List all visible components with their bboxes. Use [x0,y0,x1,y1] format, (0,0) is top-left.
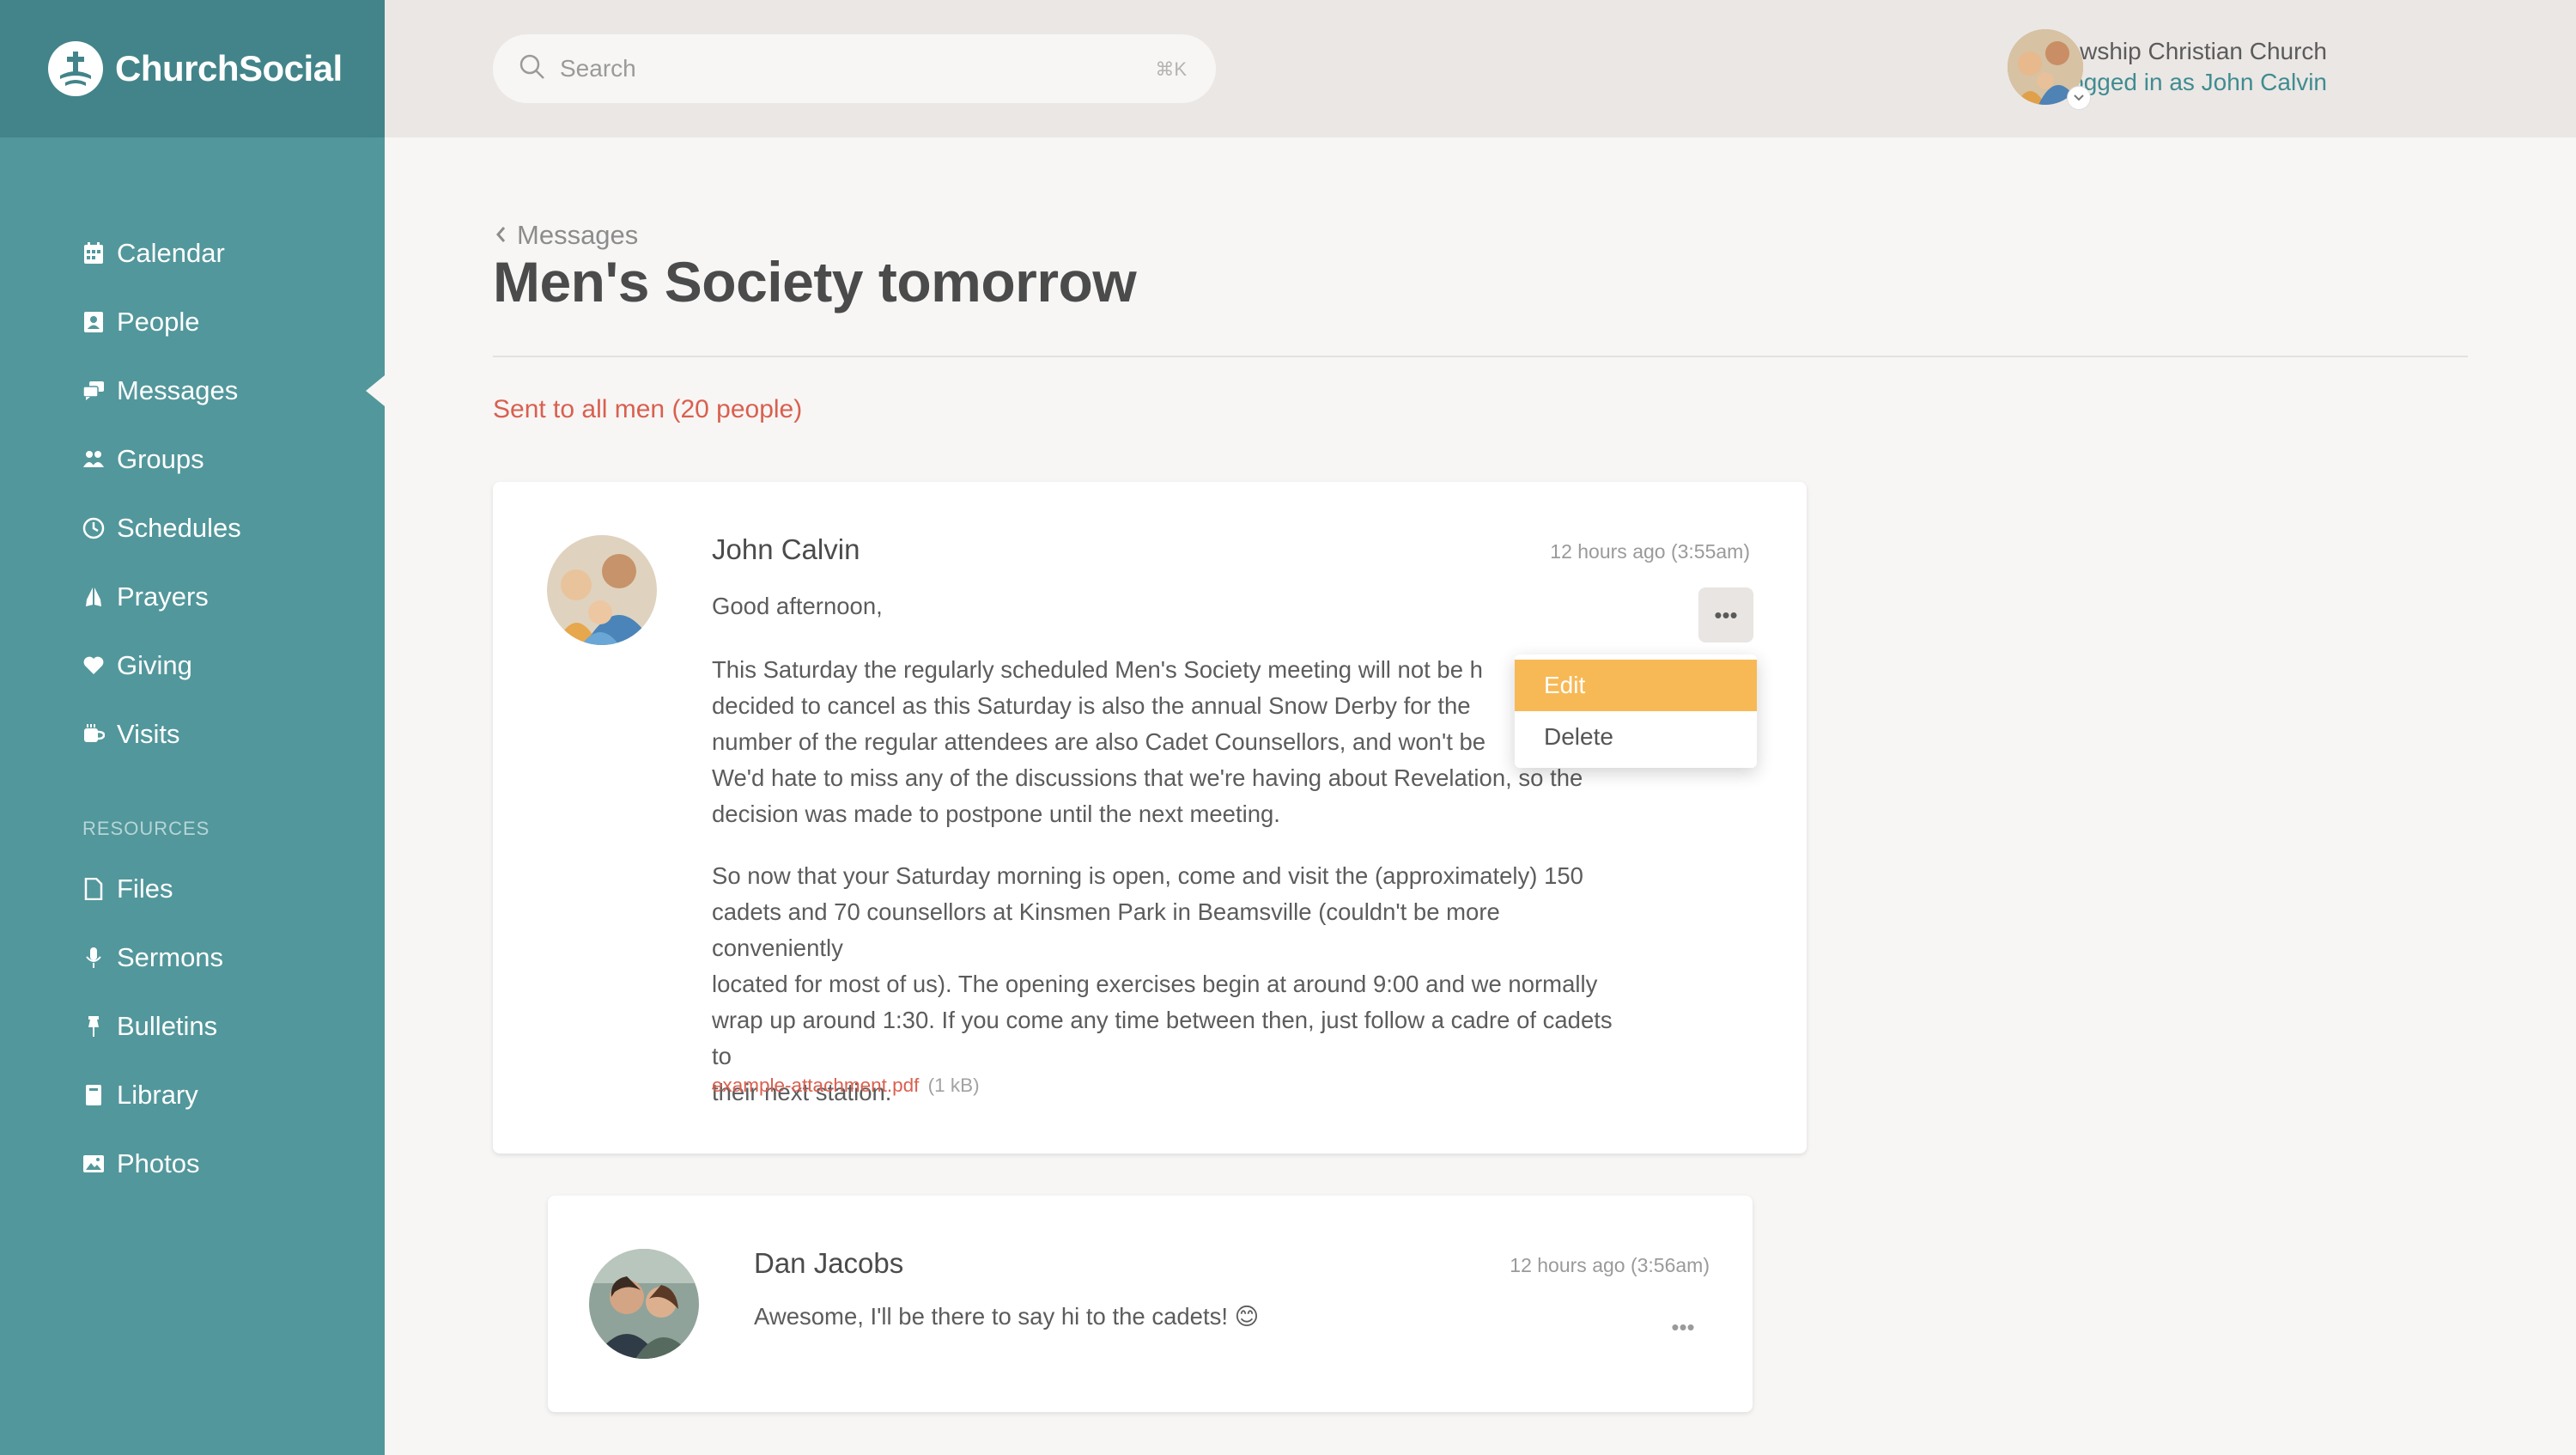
brand-name: ChurchSocial [115,48,343,88]
menu-item-delete[interactable]: Delete [1515,711,1757,763]
sidebar-item-label: Messages [117,375,239,405]
sidebar-item-prayers[interactable]: Prayers [0,563,385,631]
message-author[interactable]: John Calvin [712,533,860,566]
sidebar-item-label: Schedules [117,513,241,543]
message-line: number of the regular attendees are also… [712,728,1486,755]
file-icon [82,877,105,901]
sidebar-item-label: Bulletins [117,1011,218,1041]
message-line: decided to cancel as this Saturday is al… [712,692,1471,719]
sidebar-item-files[interactable]: Files [0,855,385,923]
sidebar-item-photos[interactable]: Photos [0,1129,385,1198]
main-nav: Calendar People Messages Groups Schedule… [0,219,385,769]
author-avatar [547,535,657,645]
sidebar-item-sermons[interactable]: Sermons [0,923,385,992]
resources-heading: RESOURCES [82,818,210,839]
resources-nav: RESOURCES Files Sermons Bulletins Librar… [0,803,385,1198]
sidebar-item-giving[interactable]: Giving [0,631,385,700]
ellipsis-icon: ••• [1714,601,1738,628]
sidebar-item-label: Files [117,874,173,904]
message-line: So now that your Saturday morning is ope… [712,862,1583,889]
chevron-down-icon[interactable] [2067,86,2091,110]
person-icon [82,310,105,334]
reply-author-avatar [589,1249,699,1359]
reply-timestamp: 12 hours ago (3:56am) [1510,1254,1710,1276]
sidebar-item-library[interactable]: Library [0,1061,385,1129]
breadcrumb-label: Messages [517,220,639,250]
sidebar-item-label: Giving [117,650,192,680]
reply-card: Dan Jacobs 12 hours ago (3:56am) Awesome… [548,1196,1753,1412]
search-placeholder: Search [560,55,636,82]
book-icon [82,1083,105,1107]
sidebar-item-label: People [117,307,200,337]
sidebar-item-label: Prayers [117,581,209,612]
attachment: example-attachment.pdf (1 kB) [712,1075,980,1097]
page-title: Men's Society tomorrow [493,250,1137,314]
sidebar: ChurchSocial Calendar People Messages Gr… [0,0,385,1455]
message-line: decision was made to postpone until the … [712,801,1280,827]
search-input[interactable]: Search ⌘K [493,34,1216,103]
message-line: We'd hate to miss any of the discussions… [712,764,1583,791]
search-shortcut: ⌘K [1155,58,1187,80]
sidebar-item-groups[interactable]: Groups [0,425,385,494]
message-line: located for most of us). The opening exe… [712,971,1598,997]
sidebar-item-label: Photos [117,1148,200,1178]
microphone-icon [82,946,105,970]
reply-more-options-button[interactable]: ••• [1666,1314,1700,1340]
reply-body: Awesome, I'll be there to say hi to the … [754,1303,1260,1330]
sidebar-item-visits[interactable]: Visits [0,700,385,769]
sidebar-item-label: Calendar [117,238,225,268]
sidebar-item-label: Sermons [117,942,224,972]
attachment-link[interactable]: example-attachment.pdf [712,1075,919,1096]
message-line: cadets and 70 counsellors at Kinsmen Par… [712,898,1500,961]
message-paragraph: This Saturday the regularly scheduled Me… [712,652,1613,832]
sidebar-item-calendar[interactable]: Calendar [0,219,385,288]
sidebar-item-schedules[interactable]: Schedules [0,494,385,563]
recipients-label[interactable]: Sent to all men (20 people) [493,395,802,424]
message-line: wrap up around 1:30. If you come any tim… [712,1007,1613,1069]
messages-icon [82,379,105,403]
church-logo-icon [48,41,103,96]
ellipsis-icon: ••• [1671,1313,1695,1340]
message-timestamp: 12 hours ago (3:55am) [1550,540,1750,563]
message-body: Good afternoon, This Saturday the regula… [712,588,1613,1136]
more-options-button[interactable]: ••• [1698,587,1753,642]
clock-icon [82,516,105,540]
reply-author[interactable]: Dan Jacobs [754,1247,903,1280]
image-icon [82,1152,105,1176]
divider [493,356,2468,357]
praying-hands-icon [82,585,105,609]
sidebar-item-label: Visits [117,719,180,749]
message-greeting: Good afternoon, [712,593,883,619]
sidebar-item-label: Groups [117,444,204,474]
attachment-size: (1 kB) [927,1075,980,1096]
message-card: John Calvin 12 hours ago (3:55am) Good a… [493,482,1807,1154]
message-actions-menu: Edit Delete [1515,654,1757,768]
breadcrumb[interactable]: Messages [495,220,638,251]
groups-icon [82,447,105,472]
sidebar-item-label: Library [117,1080,198,1110]
sidebar-item-people[interactable]: People [0,288,385,356]
sidebar-item-bulletins[interactable]: Bulletins [0,992,385,1061]
search-icon [519,53,546,85]
message-line: This Saturday the regularly scheduled Me… [712,656,1483,683]
calendar-icon [82,241,105,265]
menu-item-edit[interactable]: Edit [1515,660,1757,711]
pin-icon [82,1014,105,1038]
heart-icon [82,654,105,678]
brand[interactable]: ChurchSocial [0,0,385,137]
sidebar-item-messages[interactable]: Messages [0,356,385,425]
coffee-cup-icon [82,722,105,746]
message-paragraph: So now that your Saturday morning is ope… [712,858,1613,1111]
topbar: Search ⌘K Fellowship Christian Church Lo… [385,0,2576,137]
chevron-left-icon [495,220,517,251]
